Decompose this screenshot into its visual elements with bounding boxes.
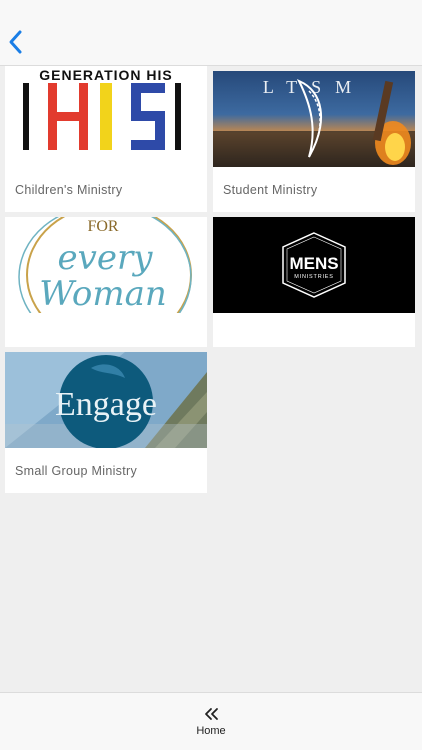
card-image: Engage (5, 352, 207, 448)
card-label: Student Ministry (223, 183, 318, 197)
card-label: Small Group Ministry (15, 464, 137, 478)
back-button[interactable] (2, 26, 30, 58)
card-image: LTSM (213, 71, 415, 167)
top-bar (0, 0, 422, 66)
ministries-text: MINISTRIES (294, 274, 333, 280)
for-text: FOR (87, 218, 118, 235)
card-label: Children's Ministry (15, 183, 123, 197)
double-chevron-left-icon (205, 708, 218, 720)
bottom-bar: Home (0, 692, 422, 750)
generation-logo-text: GENERATION HIS (39, 67, 173, 83)
card-image: FOR every Woman (5, 217, 207, 313)
engage-text: Engage (55, 386, 157, 423)
card-image: GENERATION HIS (5, 66, 207, 166)
ministry-grid: GENERATION HIS Children's Ministry LTSM … (0, 66, 422, 692)
every-text: every (58, 238, 154, 278)
home-label: Home (196, 725, 226, 737)
card-image: MENS MINISTRIES (213, 217, 415, 313)
woman-text: Woman (39, 274, 167, 313)
home-button[interactable]: Home (176, 701, 246, 743)
mens-text: MENS (289, 254, 338, 273)
card-small-group-ministry[interactable]: Engage Small Group Ministry (5, 352, 207, 493)
card-student-ministry[interactable]: LTSM Student Ministry (213, 71, 415, 212)
card-childrens-ministry[interactable]: GENERATION HIS Children's Ministry (5, 66, 207, 212)
card-womens-ministry[interactable]: FOR every Woman (5, 217, 207, 347)
chevron-left-icon (9, 30, 22, 54)
card-mens-ministry[interactable]: MENS MINISTRIES (213, 217, 415, 347)
